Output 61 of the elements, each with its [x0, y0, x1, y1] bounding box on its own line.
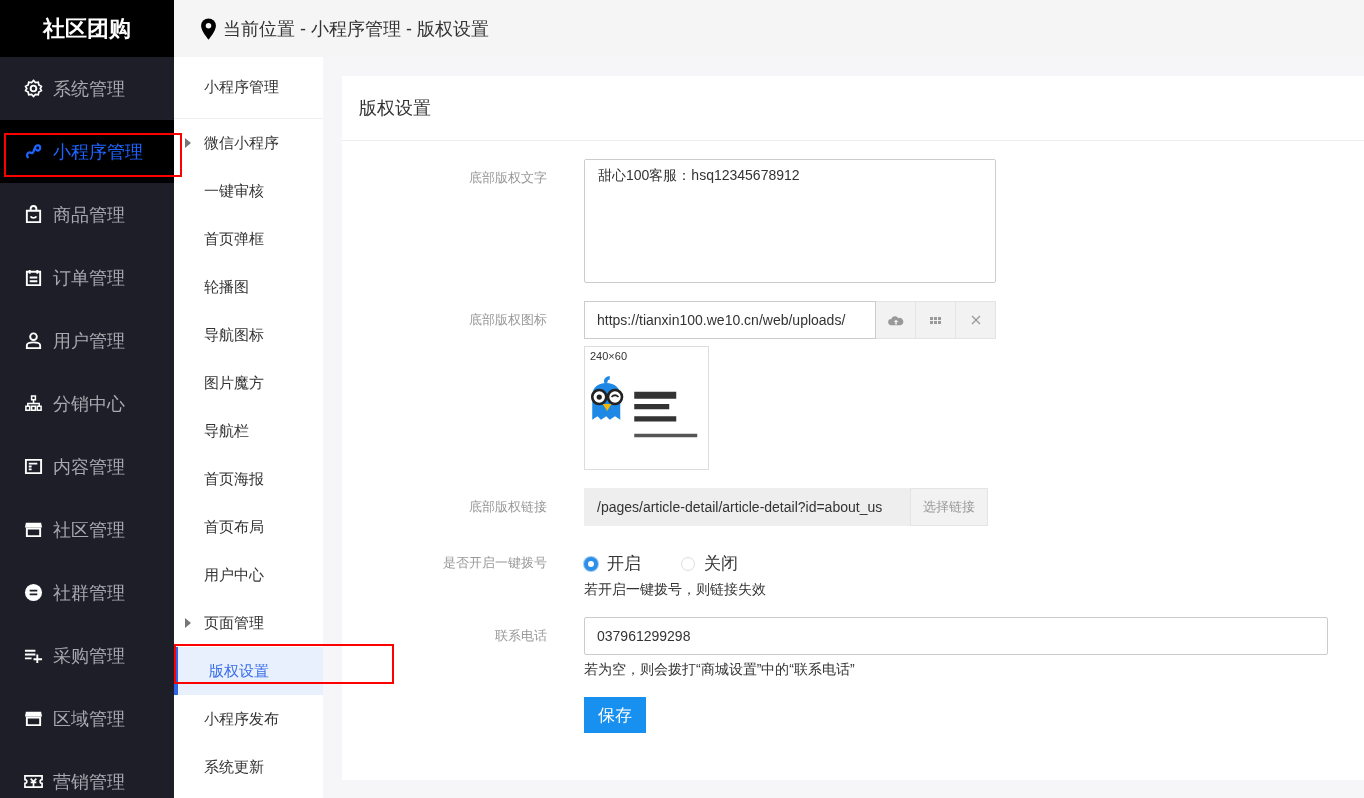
size-hint: 240×60 [590, 350, 627, 362]
breadcrumb: 当前位置 - 小程序管理 - 版权设置 [223, 17, 489, 41]
submenu-item[interactable]: 导航图标 [174, 311, 323, 359]
help-text: 若为空，则会拨打“商城设置”中的“联系电话” [584, 661, 855, 679]
field-label: 底部版权文字 [468, 169, 548, 187]
gear-icon [24, 79, 43, 98]
nav-item[interactable]: 社群管理 [0, 561, 174, 624]
submenu-item[interactable]: 导航栏 [174, 407, 323, 455]
submenu-item[interactable]: 微信小程序 [174, 119, 323, 167]
document-icon [24, 457, 43, 476]
url-field[interactable]: https://tianxin100.we10.cn/web/uploads/ [584, 301, 876, 339]
link-icon [24, 142, 43, 161]
field-label: 底部版权链接 [468, 498, 548, 516]
field-label: 是否开启一键拨号 [442, 554, 548, 572]
org-chart-icon [24, 394, 43, 413]
submenu-item[interactable]: 一键审核 [174, 167, 323, 215]
submenu-item[interactable]: 用户中心 [174, 551, 323, 599]
submenu-item[interactable]: 图片魔方 [174, 359, 323, 407]
store-icon [24, 709, 43, 728]
nav-item[interactable]: 营销管理 [0, 750, 174, 798]
submenu-item[interactable]: 版权设置 [174, 647, 323, 695]
upload-button[interactable] [876, 301, 916, 339]
gallery-button[interactable] [916, 301, 956, 339]
grid-icon [930, 316, 941, 324]
nav-item[interactable]: 社区管理 [0, 498, 174, 561]
circle-lines-icon [24, 583, 43, 602]
nav-item[interactable]: 采购管理 [0, 624, 174, 687]
text-area[interactable]: 甜心100客服：hsq12345678912 [584, 159, 996, 283]
user-icon [24, 331, 43, 350]
radio-option[interactable]: 关闭 [681, 552, 738, 575]
nav-item[interactable]: 商品管理 [0, 183, 174, 246]
nav-item[interactable]: 内容管理 [0, 435, 174, 498]
phone-field[interactable]: 037961299298 [584, 617, 1328, 655]
submenu-item[interactable]: 系统更新 [174, 743, 323, 791]
nav-item[interactable]: 系统管理 [0, 57, 174, 120]
submenu-item[interactable]: 首页海报 [174, 455, 323, 503]
submenu-item[interactable]: 首页弹框 [174, 215, 323, 263]
close-icon [970, 315, 981, 325]
brand-title: 社区团购 [0, 0, 174, 57]
help-text: 若开启一键拨号，则链接失效 [584, 581, 766, 599]
store-icon [24, 520, 43, 539]
clear-button[interactable] [956, 301, 996, 339]
submenu-item[interactable]: 页面管理 [174, 599, 323, 647]
link-field[interactable]: /pages/article-detail/article-detail?id=about_us [584, 488, 910, 526]
field-label: 联系电话 [494, 627, 548, 645]
location-pin-icon [200, 17, 217, 40]
nav-item[interactable]: 小程序管理 [0, 120, 174, 183]
panel-title: 版权设置 [342, 76, 1364, 141]
ticket-icon [24, 772, 43, 791]
calendar-icon [24, 268, 43, 287]
nav-item[interactable]: 分销中心 [0, 372, 174, 435]
bag-icon [24, 205, 43, 224]
nav-item[interactable]: 订单管理 [0, 246, 174, 309]
cloud-upload-icon [887, 314, 904, 326]
nav-item[interactable]: 区域管理 [0, 687, 174, 750]
nav-item[interactable]: 用户管理 [0, 309, 174, 372]
submenu-item[interactable]: 首页布局 [174, 503, 323, 551]
field-label: 底部版权图标 [468, 311, 548, 329]
radio-option[interactable]: 开启 [584, 552, 641, 575]
submenu-item[interactable]: 小程序发布 [174, 695, 323, 743]
submenu-item[interactable]: 轮播图 [174, 263, 323, 311]
